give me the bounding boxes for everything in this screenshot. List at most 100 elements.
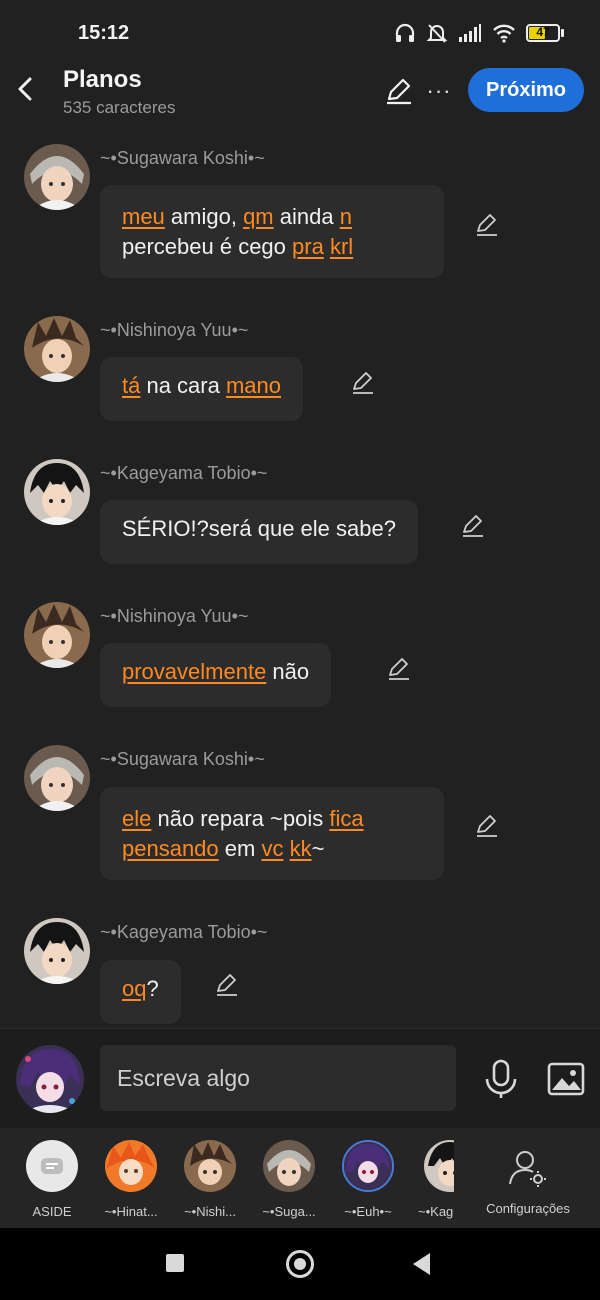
signal-icon xyxy=(459,24,481,42)
avatar-nishinoya[interactable] xyxy=(24,602,90,668)
character-kageyama[interactable]: ~•Kag xyxy=(416,1140,454,1219)
edit-message-icon[interactable] xyxy=(386,656,412,682)
message-text: não xyxy=(266,659,310,684)
pencil-icon xyxy=(387,78,411,105)
highlighted-word[interactable]: qm xyxy=(243,204,274,229)
chevron-left-icon xyxy=(18,77,32,101)
wifi-icon xyxy=(493,24,515,43)
avatar-kageyama[interactable] xyxy=(24,918,90,984)
sender-name: ~•Kageyama Tobio•~ xyxy=(100,463,268,483)
status-icons: 47 xyxy=(394,22,564,44)
character-label: ~•Kag xyxy=(418,1204,454,1219)
image-button[interactable] xyxy=(546,1059,586,1099)
avatar-euh xyxy=(342,1140,394,1192)
message-bubble[interactable]: ele não repara ~pois fica pensando em vc… xyxy=(100,787,444,880)
character-label: ~•Euh•~ xyxy=(344,1204,392,1219)
message-line: pensando em vc kk~ xyxy=(122,834,422,864)
message-bubble[interactable]: SÉRIO!?será que ele sabe? xyxy=(100,500,418,564)
message-text: SÉRIO!?será que ele sabe? xyxy=(122,516,396,541)
character-label: ~•Hinat... xyxy=(104,1204,158,1219)
highlighted-word[interactable]: fica xyxy=(329,806,363,831)
avatar-sugawara[interactable] xyxy=(24,144,90,210)
avatar-kageyama xyxy=(424,1140,454,1192)
message-bubble[interactable]: oq? xyxy=(100,960,181,1024)
message-text: percebeu é cego xyxy=(122,234,293,259)
chat-area[interactable]: ~•Sugawara Koshi•~ meu amigo, qm ainda n… xyxy=(0,124,600,1028)
edit-message-icon[interactable] xyxy=(214,972,240,998)
edit-message-icon[interactable] xyxy=(474,212,500,238)
microphone-icon xyxy=(485,1059,517,1098)
image-icon xyxy=(547,1062,585,1096)
aside-icon xyxy=(26,1140,78,1192)
highlighted-word[interactable]: kk xyxy=(290,836,312,861)
back-button[interactable] xyxy=(10,72,40,106)
character-label: ~•Nishi... xyxy=(184,1204,236,1219)
settings-label: Configurações xyxy=(486,1201,570,1216)
message-line: percebeu é cego pra krl xyxy=(122,232,422,262)
system-nav-bar xyxy=(0,1228,600,1300)
sender-name: ~•Kageyama Tobio•~ xyxy=(100,922,268,942)
highlighted-word[interactable]: tá xyxy=(122,373,140,398)
sender-name: ~•Sugawara Koshi•~ xyxy=(100,148,265,168)
status-time: 15:12 xyxy=(78,22,130,44)
message-line: ele não repara ~pois fica xyxy=(122,804,422,834)
header: Planos 535 caracteres ··· Próximo xyxy=(0,58,600,124)
status-bar: 15:12 47 xyxy=(0,0,600,64)
highlighted-word[interactable]: pensando xyxy=(122,836,219,861)
edit-message-icon[interactable] xyxy=(350,370,376,396)
character-euh[interactable]: ~•Euh•~ xyxy=(332,1140,404,1219)
microphone-button[interactable] xyxy=(482,1059,520,1099)
message-text: ainda xyxy=(273,204,340,229)
character-count: 535 caracteres xyxy=(63,98,176,117)
highlighted-word[interactable]: mano xyxy=(226,373,281,398)
message-bubble[interactable]: meu amigo, qm ainda n percebeu é cego pr… xyxy=(100,185,444,278)
settings-button[interactable]: Configurações xyxy=(476,1148,580,1216)
edit-message-icon[interactable] xyxy=(474,813,500,839)
avatar-nishinoya[interactable] xyxy=(24,316,90,382)
character-sugawara[interactable]: ~•Suga... xyxy=(253,1140,325,1219)
message-text: não repara ~pois xyxy=(151,806,330,831)
edit-button[interactable] xyxy=(384,76,414,106)
highlighted-word[interactable]: pra xyxy=(292,234,324,259)
current-character-avatar[interactable] xyxy=(16,1045,84,1113)
avatar-sugawara xyxy=(263,1140,315,1192)
highlighted-word[interactable]: krl xyxy=(330,234,353,259)
user-settings-icon xyxy=(509,1151,546,1187)
message-text: ~ xyxy=(311,836,325,861)
highlighted-word[interactable]: meu xyxy=(122,204,165,229)
highlighted-word[interactable]: provavelmente xyxy=(122,659,266,684)
sender-name: ~•Sugawara Koshi•~ xyxy=(100,749,265,769)
character-label: ASIDE xyxy=(32,1204,72,1219)
page-title: Planos xyxy=(63,66,142,93)
character-strip: ASIDE ~•Hinat... ~•Nishi... ~•Suga... ~•… xyxy=(0,1128,600,1228)
compose-bar xyxy=(0,1028,600,1128)
sender-name: ~•Nishinoya Yuu•~ xyxy=(100,606,249,626)
message-bubble[interactable]: provavelmente não xyxy=(100,643,332,707)
character-label: ~•Suga... xyxy=(262,1204,316,1219)
home-button[interactable] xyxy=(286,1250,314,1278)
character-nishinoya[interactable]: ~•Nishi... xyxy=(174,1140,246,1219)
avatar-hinata xyxy=(105,1140,157,1192)
message-line: meu amigo, qm ainda n xyxy=(122,202,422,232)
system-back-button[interactable] xyxy=(413,1253,430,1275)
character-aside[interactable]: ASIDE xyxy=(16,1140,88,1219)
bell-muted-icon xyxy=(426,24,448,43)
recents-button[interactable] xyxy=(166,1254,184,1272)
next-button[interactable]: Próximo xyxy=(468,68,584,112)
message-bubble[interactable]: tá na cara mano xyxy=(100,357,304,421)
avatar-nishinoya xyxy=(184,1140,236,1192)
message-input[interactable] xyxy=(100,1045,456,1111)
battery-level: 47 xyxy=(536,25,550,39)
highlighted-word[interactable]: ele xyxy=(122,806,151,831)
character-hinata[interactable]: ~•Hinat... xyxy=(95,1140,167,1219)
sender-name: ~•Nishinoya Yuu•~ xyxy=(100,320,249,340)
headphones-icon xyxy=(395,23,415,42)
highlighted-word[interactable]: n xyxy=(340,204,352,229)
avatar-kageyama[interactable] xyxy=(24,459,90,525)
message-text: amigo, xyxy=(164,204,244,229)
edit-message-icon[interactable] xyxy=(460,513,486,539)
more-button[interactable]: ··· xyxy=(426,76,452,106)
highlighted-word[interactable]: oq xyxy=(122,976,146,1001)
avatar-sugawara[interactable] xyxy=(24,745,90,811)
highlighted-word[interactable]: vc xyxy=(261,836,283,861)
